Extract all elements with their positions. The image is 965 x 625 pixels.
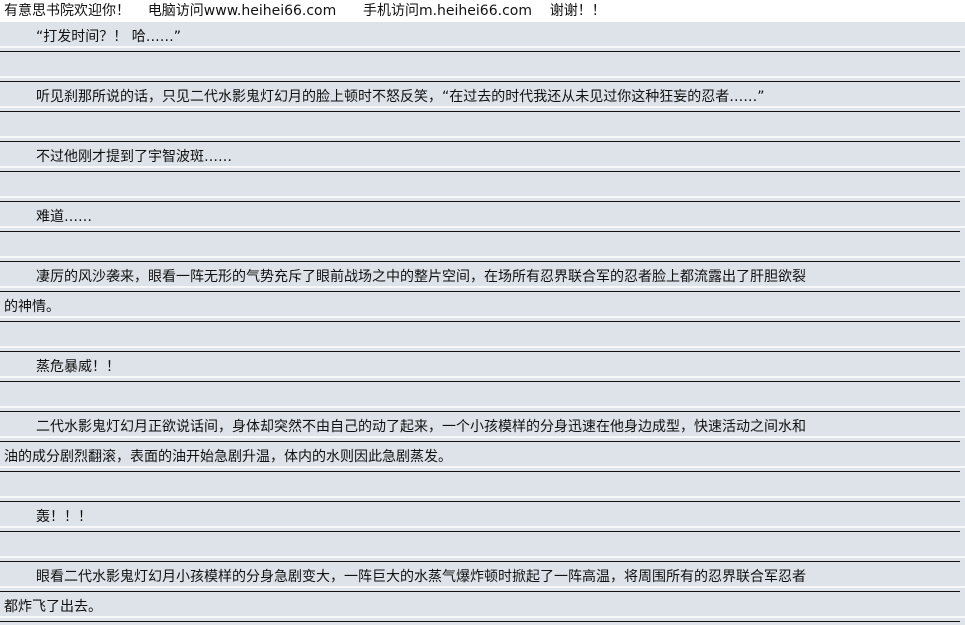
text-line: 凄厉的风沙袭来，眼看一阵无形的气势充斥了眼前战场之中的整片空间，在场所有忍界联合… [0,262,960,292]
text-line: 听见刹那所说的话，只见二代水影鬼灯幻月的脸上顿时不怒反笑，“在过去的时代我还从未… [0,82,960,112]
text-line [0,232,960,262]
text-line [0,472,960,502]
mobile-visit-link[interactable]: 手机访问m.heihei66.com [363,3,532,19]
text-line [0,532,960,562]
text-line: 眼看二代水影鬼灯幻月小孩模样的分身急剧变大，一阵巨大的水蒸气爆炸顿时掀起了一阵高… [0,562,960,592]
text-line [0,172,960,202]
welcome-text: 有意思书院欢迎你！ [4,3,130,19]
chapter-text: “打发时间？！ 哈……” 听见刹那所说的话，只见二代水影鬼灯幻月的脸上顿时不怒反… [0,22,965,625]
text-line [0,382,960,412]
pc-visit-link[interactable]: 电脑访问www.heihei66.com [148,3,336,19]
text-line: 都炸飞了出去。 [0,592,960,622]
text-line: 二代水影鬼灯幻月正欲说话间，身体却突然不由自己的动了起来，一个小孩模样的分身迅速… [0,412,960,442]
site-banner: 有意思书院欢迎你！ 电脑访问www.heihei66.com 手机访问m.hei… [0,0,965,22]
text-line: 轰！！！ [0,502,960,532]
thanks-text: 谢谢！！ [549,3,606,19]
text-line [0,52,960,82]
text-line [0,112,960,142]
text-line: 蒸危暴威！！ [0,352,960,382]
text-line [0,322,960,352]
text-line: 的神情。 [0,292,960,322]
text-line: 难道…… [0,202,960,232]
text-line: 不过他刚才提到了宇智波斑…… [0,142,960,172]
text-line: “打发时间？！ 哈……” [0,22,960,52]
text-line: 油的成分剧烈翻滚，表面的油开始急剧升温，体内的水则因此急剧蒸发。 [0,442,960,472]
